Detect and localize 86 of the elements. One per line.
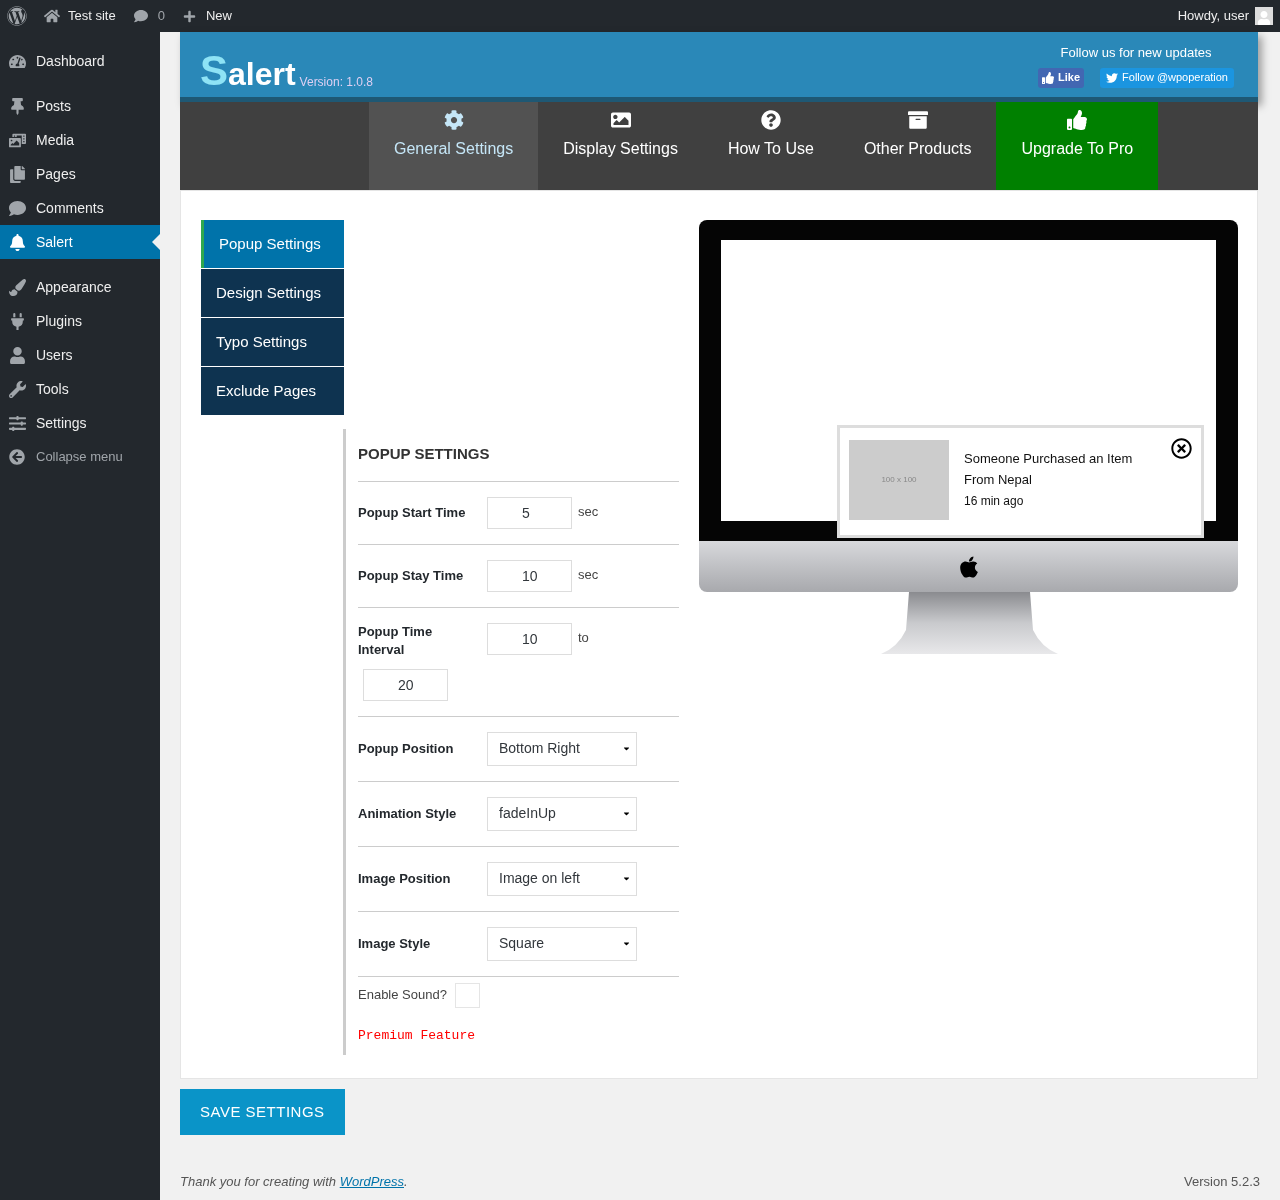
menu-item[interactable]: Comments [0,191,160,225]
bird-icon [1106,71,1119,84]
number-field[interactable]: 10 [487,622,572,655]
comment-icon[interactable] [133,9,148,23]
number-field[interactable]: 5 [487,496,572,529]
menu-item[interactable]: Settings [0,406,160,440]
collapse-menu-button[interactable]: Collapse menu [0,440,160,474]
menu-item[interactable]: Dashboard [0,44,160,78]
caret-icon [622,809,631,818]
plugin-logo: Salert [200,50,296,92]
plus-icon[interactable] [182,9,196,23]
settings-subtab[interactable]: Popup Settings [201,220,344,268]
version-text: Version 5.2.3 [1184,1173,1260,1191]
home-icon[interactable] [44,8,60,24]
menu-item[interactable]: Media [0,123,160,157]
pages-icon [9,165,26,183]
gear-icon [443,110,464,130]
field-label: Animation Style [358,804,458,823]
field-label: Image Position [358,869,452,888]
footer-text: Thank you for creating with WordPress. [180,1173,408,1191]
comment-icon [9,199,26,217]
field-label: Enable Sound? [358,986,447,1005]
select-field[interactable]: Square [487,926,637,961]
nav-tab[interactable]: Upgrade To Pro [996,102,1159,190]
greeting-link[interactable]: Howdy, user [1177,6,1249,26]
unit-label: sec [578,565,599,584]
menu-item[interactable]: Pages [0,157,160,191]
settings-subtab[interactable]: Design Settings [201,269,344,317]
select-field[interactable]: fadeInUp [487,796,637,831]
premium-note: Premium Feature [358,1026,477,1045]
nav-tab[interactable]: Other Products [838,102,997,190]
plug-icon [9,312,26,330]
field-label: Popup Stay Time [358,566,465,585]
menu-item[interactable]: Appearance [0,270,160,304]
site-link[interactable]: Test site [68,6,116,26]
version-label: Version: 1.0.8 [299,74,373,91]
bell-icon [9,233,26,251]
close-icon[interactable] [1171,438,1192,459]
caret-icon [622,939,631,948]
image-icon [610,110,631,130]
media-icon [9,131,26,149]
menu-item[interactable]: Posts [0,89,160,123]
caret-icon [622,744,631,753]
like-button[interactable]: Like [1038,67,1085,88]
logo-icon [957,554,980,579]
unit-label: sec [578,502,599,521]
field-label: Image Style [358,934,432,953]
follow-text: Follow us for new updates [1060,44,1212,62]
number-field[interactable]: 20 [363,668,448,701]
menu-item[interactable]: Salert [0,225,160,259]
nav-tab[interactable]: How To Use [702,102,839,190]
sliders-icon [9,414,26,432]
wordpress-logo-icon[interactable] [7,6,27,26]
settings-subtab[interactable]: Exclude Pages [201,367,344,415]
caret-icon [622,874,631,883]
nav-tab[interactable]: General Settings [369,102,539,190]
wordpress-link[interactable]: WordPress [339,1174,404,1189]
paintbrush-icon [9,278,26,296]
notification-message: Someone Purchased an Item From Nepal [964,450,1134,489]
range-separator: to [578,628,589,647]
select-field[interactable]: Image on left [487,861,637,896]
menu-item[interactable]: Users [0,338,160,372]
question-icon [760,110,781,130]
archive-icon [907,110,928,130]
pin-icon [9,97,26,115]
thumbs-up-icon [1042,71,1055,84]
wrench-icon [9,380,26,398]
field-label: Popup Start Time [358,503,467,522]
checkbox[interactable] [454,982,480,1008]
comment-count: 0 [157,7,165,26]
nav-tab[interactable]: Display Settings [538,102,703,190]
gauge-icon [9,52,26,70]
select-field[interactable]: Bottom Right [487,731,637,766]
thumbs-up-icon [1067,110,1088,130]
menu-item[interactable]: Plugins [0,304,160,338]
section-title: POPUP SETTINGS [358,429,679,482]
field-label: Popup Time Interval [358,622,434,659]
collapse-icon [9,449,25,465]
menu-item[interactable]: Tools [0,372,160,406]
notification-time: 16 min ago [964,493,1025,510]
new-link[interactable]: New [205,6,232,26]
current-pointer-icon [152,234,160,250]
field-label: Popup Position [358,739,455,758]
number-field[interactable]: 10 [487,559,572,592]
user-icon [9,346,26,364]
settings-subtab[interactable]: Typo Settings [201,318,344,366]
